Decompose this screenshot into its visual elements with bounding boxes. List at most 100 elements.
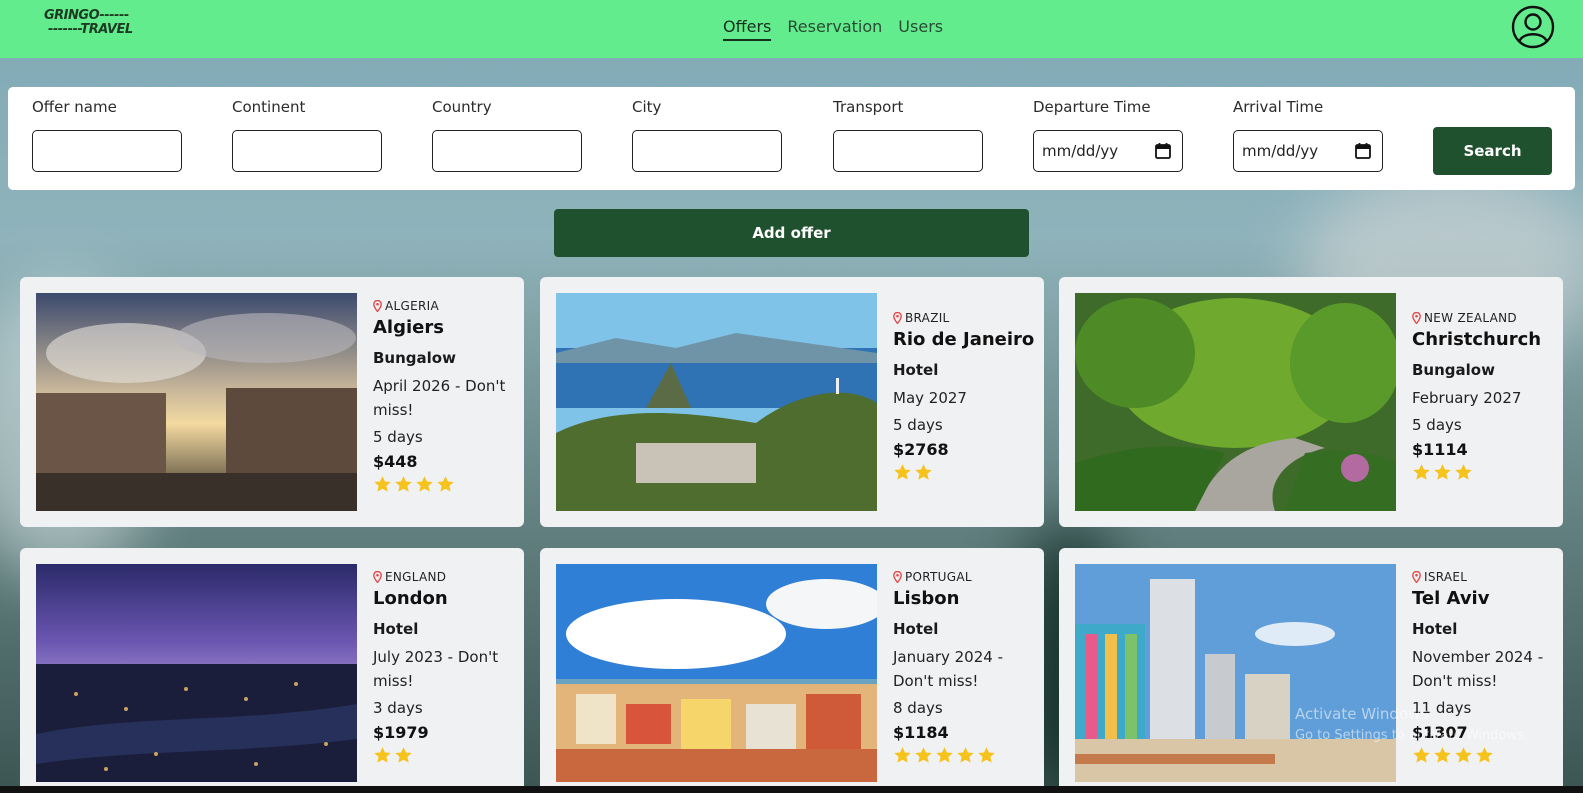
offer-photo[interactable] — [556, 564, 877, 782]
offer-country-name: NEW ZEALAND — [1424, 311, 1517, 325]
offer-rating — [1412, 463, 1557, 482]
star-icon — [395, 476, 412, 492]
offer-card[interactable]: ALGERIA Algiers Bungalow April 2026 - Do… — [20, 277, 524, 527]
arrival-time-input[interactable]: mm/dd/yy — [1233, 130, 1383, 172]
location-pin-icon — [1412, 571, 1421, 583]
offer-price: $1979 — [373, 723, 429, 742]
offer-photo[interactable] — [556, 293, 877, 511]
star-icon — [1434, 747, 1451, 763]
offer-country: NEW ZEALAND — [1412, 311, 1557, 325]
offer-info: PORTUGAL Lisbon Hotel January 2024 - Don… — [893, 570, 1038, 765]
departure-time-label: Departure Time — [1033, 98, 1151, 116]
location-pin-icon — [373, 571, 382, 583]
offer-country: PORTUGAL — [893, 570, 1038, 584]
watermark-title: Activate Windows — [1295, 705, 1429, 723]
star-icon — [957, 747, 974, 763]
nav-offers[interactable]: Offers — [723, 17, 772, 41]
offer-country-name: ISRAEL — [1424, 570, 1468, 584]
offer-photo[interactable] — [1075, 293, 1396, 511]
offer-duration: 8 days — [893, 699, 943, 717]
offer-card[interactable]: ISRAEL Tel Aviv Hotel November 2024 - Do… — [1059, 548, 1563, 793]
offer-rating — [1412, 746, 1557, 765]
star-icon — [1413, 747, 1430, 763]
offer-city: Tel Aviv — [1412, 588, 1490, 609]
location-pin-icon — [893, 571, 902, 583]
taskbar-edge — [0, 786, 1583, 793]
nav-reservation[interactable]: Reservation — [787, 17, 882, 41]
offer-card[interactable]: NEW ZEALAND Christchurch Bungalow Februa… — [1059, 277, 1563, 527]
offer-city: Rio de Janeiro — [893, 329, 1035, 350]
star-icon — [437, 476, 454, 492]
nav-users[interactable]: Users — [898, 17, 943, 41]
star-icon — [894, 464, 911, 480]
offer-country: ISRAEL — [1412, 570, 1557, 584]
add-offer-button[interactable]: Add offer — [554, 209, 1029, 257]
offer-price: $448 — [373, 452, 418, 471]
country-field: Country — [432, 98, 582, 172]
star-icon — [1476, 747, 1493, 763]
star-icon — [915, 464, 932, 480]
departure-date-placeholder: mm/dd/yy — [1042, 142, 1119, 160]
offer-photo[interactable] — [36, 293, 357, 511]
offer-city: Algiers — [373, 317, 444, 338]
transport-input[interactable] — [833, 130, 983, 172]
departure-time-field: Departure Time mm/dd/yy — [1033, 98, 1183, 172]
city-label: City — [632, 98, 662, 116]
offer-photo[interactable] — [36, 564, 357, 782]
watermark-subtitle: Go to Settings to activate Windows. — [1295, 728, 1528, 743]
star-icon — [894, 747, 911, 763]
offer-date: April 2026 - Don't miss! — [373, 377, 506, 419]
offer-duration: 5 days — [373, 428, 423, 446]
offer-country-name: BRAZIL — [905, 311, 950, 325]
offer-info: BRAZIL Rio de Janeiro Hotel May 2027 5 d… — [893, 311, 1038, 482]
star-icon — [374, 747, 391, 763]
offer-info: NEW ZEALAND Christchurch Bungalow Februa… — [1412, 311, 1557, 482]
location-pin-icon — [1412, 312, 1421, 324]
location-pin-icon — [373, 300, 382, 312]
offer-date: February 2027 — [1412, 389, 1522, 407]
country-input[interactable] — [432, 130, 582, 172]
city-input[interactable] — [632, 130, 782, 172]
offer-country: ENGLAND — [373, 570, 518, 584]
offer-rating — [373, 475, 518, 494]
offer-info: ALGERIA Algiers Bungalow April 2026 - Do… — [373, 299, 518, 494]
offer-duration: 3 days — [373, 699, 423, 717]
offer-card[interactable]: ENGLAND London Hotel July 2023 - Don't m… — [20, 548, 524, 793]
offer-photo[interactable] — [1075, 564, 1396, 782]
main-nav: Offers Reservation Users — [723, 17, 943, 41]
star-icon — [1455, 747, 1472, 763]
offer-type: Hotel — [1412, 620, 1458, 638]
calendar-icon[interactable] — [1154, 142, 1172, 160]
continent-label: Continent — [232, 98, 306, 116]
user-account-icon[interactable] — [1511, 5, 1555, 49]
star-icon — [915, 747, 932, 763]
offer-duration: 5 days — [1412, 416, 1462, 434]
star-icon — [936, 747, 953, 763]
offer-city: Lisbon — [893, 588, 960, 609]
offer-name-label: Offer name — [32, 98, 117, 116]
offer-duration: 5 days — [893, 416, 943, 434]
offer-name-input[interactable] — [32, 130, 182, 172]
offer-type: Bungalow — [1412, 361, 1495, 379]
offer-rating — [893, 746, 1038, 765]
offer-rating — [893, 463, 1038, 482]
continent-input[interactable] — [232, 130, 382, 172]
star-icon — [978, 747, 995, 763]
star-icon — [416, 476, 433, 492]
departure-time-input[interactable]: mm/dd/yy — [1033, 130, 1183, 172]
star-icon — [1455, 464, 1472, 480]
offer-city: London — [373, 588, 448, 609]
calendar-icon[interactable] — [1354, 142, 1372, 160]
search-button[interactable]: Search — [1433, 127, 1552, 175]
offer-price: $1184 — [893, 723, 949, 742]
offer-date: January 2024 - Don't miss! — [893, 648, 1003, 690]
offer-date: May 2027 — [893, 389, 967, 407]
brand-logo[interactable]: GRINGO------ -------TRAVEL — [44, 9, 148, 39]
search-panel: Offer name Continent Country City Transp… — [8, 87, 1575, 190]
transport-label: Transport — [833, 98, 904, 116]
continent-field: Continent — [232, 98, 382, 172]
city-field: City — [632, 98, 782, 172]
offer-card[interactable]: PORTUGAL Lisbon Hotel January 2024 - Don… — [540, 548, 1044, 793]
star-icon — [1434, 464, 1451, 480]
offer-card[interactable]: BRAZIL Rio de Janeiro Hotel May 2027 5 d… — [540, 277, 1044, 527]
